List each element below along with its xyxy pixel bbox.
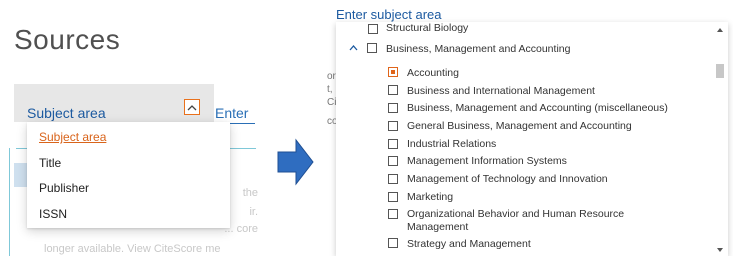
divider-vertical <box>9 148 10 256</box>
page-title: Sources <box>14 24 121 55</box>
scroll-up-icon[interactable] <box>717 28 723 32</box>
dropdown-option-subject-area[interactable]: Subject area <box>39 130 106 144</box>
checkbox[interactable] <box>388 209 398 219</box>
checkbox[interactable] <box>388 238 398 248</box>
list-item-label: Marketing <box>407 191 454 203</box>
list-item-label: Structural Biology <box>386 22 469 34</box>
checkbox[interactable] <box>388 192 398 202</box>
faded-line: longer available. View CiteScore me <box>44 243 221 255</box>
dropdown-option-publisher[interactable]: Publisher <box>39 181 89 195</box>
list-item-label: General Business, Management and Account… <box>407 120 632 132</box>
scroll-thumb[interactable] <box>716 64 724 78</box>
checkbox[interactable] <box>388 121 398 131</box>
enter-subject-link[interactable]: Enter <box>215 105 248 121</box>
list-item-label: Management of Technology and Innovation <box>407 173 608 185</box>
subject-area-list: Structural Biology Business, Management … <box>336 22 728 256</box>
list-item-label: Management Information Systems <box>407 155 567 167</box>
scrollbar[interactable] <box>715 26 724 254</box>
checkbox[interactable] <box>388 174 398 184</box>
checkbox[interactable] <box>368 24 378 34</box>
checkbox-accounting[interactable] <box>388 67 398 77</box>
search-type-select-label: Subject area <box>27 105 106 121</box>
list-item-label: Industrial Relations <box>407 138 497 150</box>
faded-line: the <box>242 187 258 199</box>
enter-subject-area-label: Enter subject area <box>336 7 442 22</box>
dropdown-option-issn[interactable]: ISSN <box>39 207 67 221</box>
faded-line: ir. <box>249 206 258 218</box>
checkbox[interactable] <box>388 156 398 166</box>
scroll-down-icon[interactable] <box>717 248 723 252</box>
chevron-up-icon[interactable] <box>184 99 200 115</box>
list-item-label: Organizational Behavior and Human Resour… <box>407 208 625 233</box>
list-item-label: Accounting <box>407 67 459 79</box>
dropdown-option-title[interactable]: Title <box>39 156 61 170</box>
checkbox-parent[interactable] <box>367 43 377 53</box>
parent-label: Business, Management and Accounting <box>386 43 571 55</box>
checkbox[interactable] <box>388 85 398 95</box>
checkbox[interactable] <box>388 103 398 113</box>
list-item-label: Business, Management and Accounting (mis… <box>407 102 668 114</box>
chevron-up-icon[interactable] <box>349 45 358 51</box>
tab-marker <box>14 163 28 187</box>
list-item-label: Strategy and Management <box>407 238 531 250</box>
list-item-label: Business and International Management <box>407 85 595 97</box>
checkbox[interactable] <box>388 139 398 149</box>
search-type-dropdown: Subject area Title Publisher ISSN <box>27 122 230 228</box>
arrow-right-icon <box>277 138 314 186</box>
